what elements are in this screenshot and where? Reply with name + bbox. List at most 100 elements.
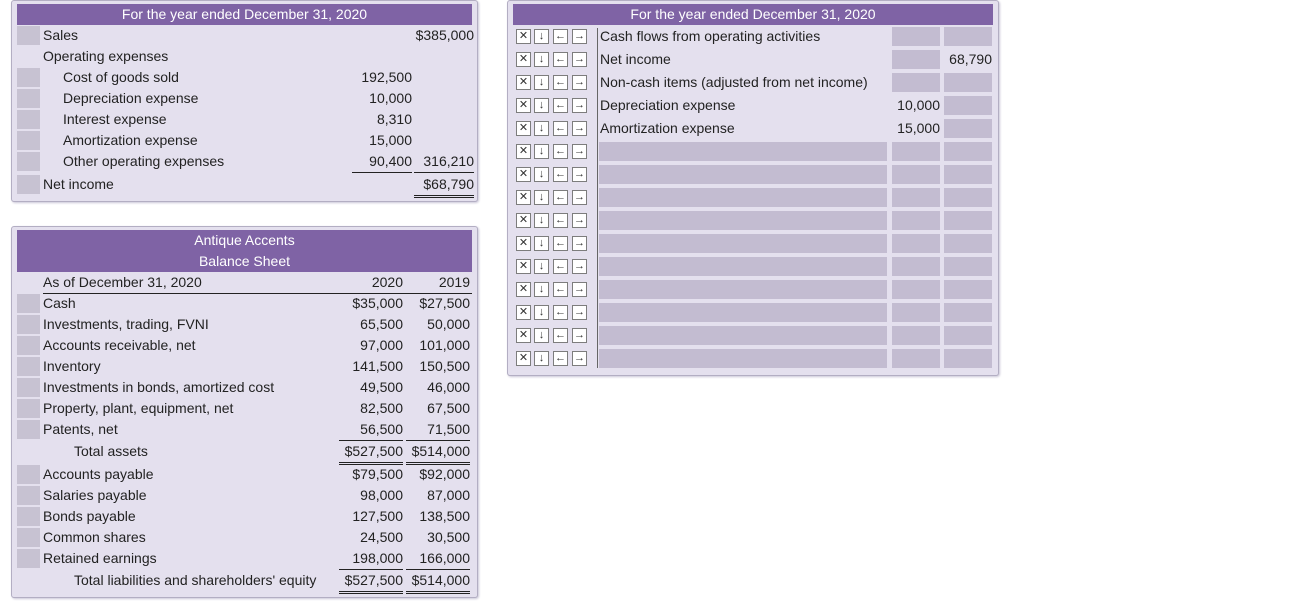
amount-input-1[interactable] bbox=[892, 188, 940, 207]
arrow-left-icon[interactable]: ← bbox=[553, 328, 568, 343]
arrow-right-icon[interactable]: → bbox=[572, 52, 587, 67]
delete-row-icon[interactable]: ✕ bbox=[516, 121, 531, 136]
delete-row-icon[interactable]: ✕ bbox=[516, 98, 531, 113]
arrow-left-icon[interactable]: ← bbox=[553, 167, 568, 182]
amount-input-1[interactable] bbox=[892, 211, 940, 230]
row-checkbox[interactable] bbox=[17, 465, 40, 484]
amount-input-1[interactable] bbox=[892, 165, 940, 184]
amount-input-2[interactable] bbox=[944, 73, 992, 92]
arrow-left-icon[interactable]: ← bbox=[553, 121, 568, 136]
arrow-right-icon[interactable]: → bbox=[572, 213, 587, 228]
row-checkbox[interactable] bbox=[17, 110, 40, 129]
description-input[interactable]: Net income bbox=[599, 50, 887, 69]
row-checkbox[interactable] bbox=[17, 399, 40, 418]
amount-input-1[interactable] bbox=[892, 280, 940, 299]
arrow-left-icon[interactable]: ← bbox=[553, 351, 568, 366]
row-checkbox[interactable] bbox=[17, 486, 40, 505]
arrow-down-icon[interactable]: ↓ bbox=[534, 167, 549, 182]
arrow-down-icon[interactable]: ↓ bbox=[534, 282, 549, 297]
arrow-down-icon[interactable]: ↓ bbox=[534, 259, 549, 274]
amount-input-1[interactable] bbox=[892, 303, 940, 322]
delete-row-icon[interactable]: ✕ bbox=[516, 282, 531, 297]
arrow-down-icon[interactable]: ↓ bbox=[534, 144, 549, 159]
amount-input-2[interactable] bbox=[944, 119, 992, 138]
amount-input-2[interactable] bbox=[944, 234, 992, 253]
amount-input-2[interactable] bbox=[944, 349, 992, 368]
arrow-down-icon[interactable]: ↓ bbox=[534, 98, 549, 113]
arrow-right-icon[interactable]: → bbox=[572, 282, 587, 297]
row-checkbox[interactable] bbox=[17, 549, 40, 568]
arrow-down-icon[interactable]: ↓ bbox=[534, 52, 549, 67]
arrow-right-icon[interactable]: → bbox=[572, 190, 587, 205]
delete-row-icon[interactable]: ✕ bbox=[516, 213, 531, 228]
row-checkbox[interactable] bbox=[17, 336, 40, 355]
description-input[interactable]: Amortization expense bbox=[599, 119, 887, 138]
row-checkbox[interactable] bbox=[17, 507, 40, 526]
row-checkbox[interactable] bbox=[17, 357, 40, 376]
description-input[interactable] bbox=[599, 188, 887, 207]
row-checkbox[interactable] bbox=[17, 378, 40, 397]
arrow-right-icon[interactable]: → bbox=[572, 305, 587, 320]
amount-input-1[interactable]: 10,000 bbox=[892, 96, 940, 115]
description-input[interactable] bbox=[599, 234, 887, 253]
amount-input-2[interactable] bbox=[944, 211, 992, 230]
description-input[interactable]: Depreciation expense bbox=[599, 96, 887, 115]
row-checkbox[interactable] bbox=[17, 26, 40, 45]
arrow-left-icon[interactable]: ← bbox=[553, 29, 568, 44]
description-input[interactable] bbox=[599, 165, 887, 184]
arrow-left-icon[interactable]: ← bbox=[553, 98, 568, 113]
delete-row-icon[interactable]: ✕ bbox=[516, 351, 531, 366]
amount-input-1[interactable] bbox=[892, 73, 940, 92]
delete-row-icon[interactable]: ✕ bbox=[516, 328, 531, 343]
arrow-right-icon[interactable]: → bbox=[572, 236, 587, 251]
arrow-left-icon[interactable]: ← bbox=[553, 259, 568, 274]
row-checkbox[interactable] bbox=[17, 152, 40, 171]
arrow-right-icon[interactable]: → bbox=[572, 144, 587, 159]
arrow-right-icon[interactable]: → bbox=[572, 351, 587, 366]
description-input[interactable] bbox=[599, 280, 887, 299]
amount-input-2[interactable]: 68,790 bbox=[944, 50, 992, 69]
arrow-right-icon[interactable]: → bbox=[572, 259, 587, 274]
row-checkbox[interactable] bbox=[17, 420, 40, 439]
arrow-right-icon[interactable]: → bbox=[572, 328, 587, 343]
row-checkbox[interactable] bbox=[17, 89, 40, 108]
amount-input-2[interactable] bbox=[944, 165, 992, 184]
arrow-down-icon[interactable]: ↓ bbox=[534, 75, 549, 90]
description-input[interactable] bbox=[599, 303, 887, 322]
delete-row-icon[interactable]: ✕ bbox=[516, 259, 531, 274]
arrow-right-icon[interactable]: → bbox=[572, 98, 587, 113]
arrow-down-icon[interactable]: ↓ bbox=[534, 213, 549, 228]
delete-row-icon[interactable]: ✕ bbox=[516, 190, 531, 205]
arrow-right-icon[interactable]: → bbox=[572, 75, 587, 90]
arrow-left-icon[interactable]: ← bbox=[553, 75, 568, 90]
description-input[interactable] bbox=[599, 257, 887, 276]
arrow-right-icon[interactable]: → bbox=[572, 167, 587, 182]
delete-row-icon[interactable]: ✕ bbox=[516, 52, 531, 67]
arrow-down-icon[interactable]: ↓ bbox=[534, 190, 549, 205]
delete-row-icon[interactable]: ✕ bbox=[516, 305, 531, 320]
arrow-right-icon[interactable]: → bbox=[572, 121, 587, 136]
amount-input-2[interactable] bbox=[944, 96, 992, 115]
arrow-down-icon[interactable]: ↓ bbox=[534, 121, 549, 136]
arrow-left-icon[interactable]: ← bbox=[553, 282, 568, 297]
arrow-left-icon[interactable]: ← bbox=[553, 305, 568, 320]
amount-input-1[interactable] bbox=[892, 234, 940, 253]
amount-input-1[interactable] bbox=[892, 349, 940, 368]
description-input[interactable] bbox=[599, 211, 887, 230]
amount-input-2[interactable] bbox=[944, 280, 992, 299]
arrow-down-icon[interactable]: ↓ bbox=[534, 328, 549, 343]
amount-input-1[interactable] bbox=[892, 50, 940, 69]
row-checkbox[interactable] bbox=[17, 131, 40, 150]
amount-input-2[interactable] bbox=[944, 303, 992, 322]
amount-input-2[interactable] bbox=[944, 142, 992, 161]
row-checkbox[interactable] bbox=[17, 315, 40, 334]
arrow-down-icon[interactable]: ↓ bbox=[534, 29, 549, 44]
row-checkbox[interactable] bbox=[17, 175, 40, 194]
description-input[interactable]: Cash flows from operating activities bbox=[599, 27, 887, 46]
arrow-left-icon[interactable]: ← bbox=[553, 52, 568, 67]
arrow-down-icon[interactable]: ↓ bbox=[534, 305, 549, 320]
arrow-left-icon[interactable]: ← bbox=[553, 236, 568, 251]
arrow-down-icon[interactable]: ↓ bbox=[534, 351, 549, 366]
amount-input-2[interactable] bbox=[944, 257, 992, 276]
arrow-right-icon[interactable]: → bbox=[572, 29, 587, 44]
